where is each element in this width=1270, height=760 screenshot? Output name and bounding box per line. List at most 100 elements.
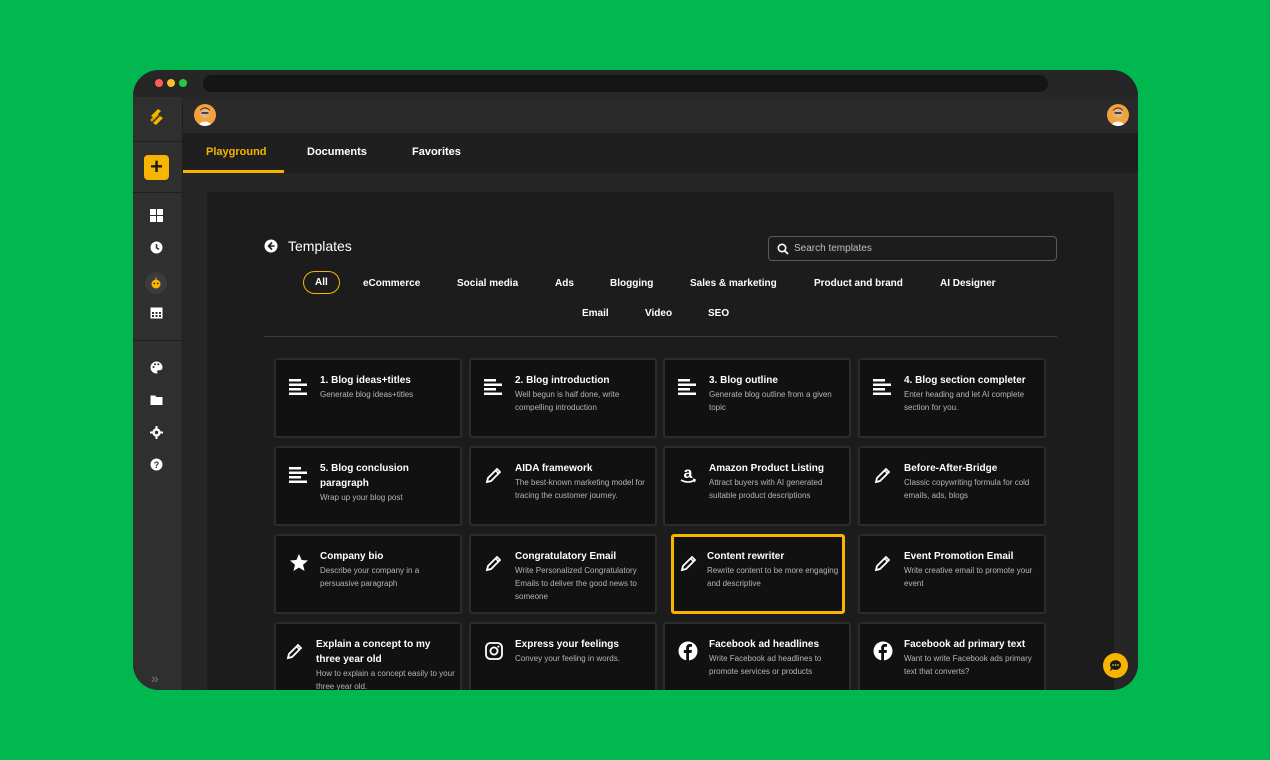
template-card[interactable]: Event Promotion Email Write creative ema… (858, 534, 1046, 614)
lines-icon (678, 377, 698, 397)
card-title: 3. Blog outline (709, 375, 778, 386)
tab-playground[interactable]: Playground (206, 146, 267, 158)
top-bar (183, 97, 1138, 133)
svg-text:a: a (684, 465, 693, 482)
template-card[interactable]: Congratulatory Email Write Personalized … (469, 534, 657, 614)
tab-documents[interactable]: Documents (307, 146, 367, 158)
card-description: Classic copywriting formula for cold ema… (904, 478, 1030, 500)
tab-favorites[interactable]: Favorites (412, 146, 461, 158)
template-card[interactable]: 2. Blog introduction Well begun is half … (469, 358, 657, 438)
help-icon[interactable]: ? (149, 457, 163, 471)
category-ads[interactable]: Ads (555, 278, 574, 289)
pencil-icon (484, 553, 504, 573)
card-description: Well begun is half done, write compellin… (515, 390, 620, 412)
card-title: Facebook ad primary text (904, 639, 1026, 650)
title-bar (133, 70, 1138, 97)
lines-icon (484, 377, 504, 397)
template-card[interactable]: 1. Blog ideas+titles Generate blog ideas… (274, 358, 462, 438)
pencil-icon (679, 553, 699, 573)
sidebar: + ? » (133, 97, 183, 690)
card-description: Enter heading and let AI complete sectio… (904, 390, 1025, 412)
dashboard-icon[interactable] (149, 208, 163, 222)
svg-text:?: ? (153, 460, 159, 470)
tab-bar: Playground Documents Favorites (183, 133, 1138, 173)
category-social-media[interactable]: Social media (457, 278, 518, 289)
card-description: Write Personalized Congratulatory Emails… (515, 566, 637, 601)
pencil-icon (873, 553, 893, 573)
folder-icon[interactable] (149, 393, 163, 407)
template-card[interactable]: a Amazon Product Listing Attract buyers … (663, 446, 851, 526)
template-card[interactable]: 3. Blog outline Generate blog outline fr… (663, 358, 851, 438)
card-title: AIDA framework (515, 463, 593, 474)
template-card-selected[interactable]: Content rewriter Rewrite content to be m… (671, 534, 845, 614)
bot-icon[interactable] (145, 272, 167, 294)
palette-icon[interactable] (149, 360, 163, 374)
card-title: 4. Blog section completer (904, 375, 1026, 386)
card-title: Company bio (320, 551, 384, 562)
card-description: Convey your feeling in words. (515, 654, 620, 663)
card-description: Generate blog outline from a given topic (709, 390, 832, 412)
expand-icon[interactable]: » (151, 670, 159, 686)
category-email[interactable]: Email (582, 308, 609, 319)
search-input[interactable] (794, 237, 1049, 260)
template-card[interactable]: Facebook ad primary text Want to write F… (858, 622, 1046, 690)
instagram-icon (484, 641, 504, 661)
minimize-window-dot[interactable] (167, 79, 175, 87)
category-blogging[interactable]: Blogging (610, 278, 653, 289)
search-icon (777, 243, 789, 255)
template-card[interactable]: AIDA framework The best-known marketing … (469, 446, 657, 526)
lines-icon (873, 377, 893, 397)
user-avatar[interactable] (1107, 104, 1129, 126)
card-title: Facebook ad headlines (709, 639, 820, 650)
template-card[interactable]: 5. Blog conclusion paragraph Wrap up you… (274, 446, 462, 526)
template-card[interactable]: Explain a concept to my three year old H… (274, 622, 462, 690)
template-card[interactable]: 4. Blog section completer Enter heading … (858, 358, 1046, 438)
template-card[interactable]: Company bio Describe your company in a p… (274, 534, 462, 614)
logo-icon[interactable] (147, 107, 167, 127)
url-bar[interactable] (203, 75, 1048, 92)
card-title: 2. Blog introduction (515, 375, 610, 386)
pencil-icon (873, 465, 893, 485)
back-arrow-icon[interactable] (264, 239, 278, 253)
card-title: Amazon Product Listing (709, 463, 824, 474)
card-title: Before-After-Bridge (904, 463, 998, 474)
templates-panel: Templates All eCommerce Social media Ads… (207, 192, 1114, 690)
app-window: + ? » Playground Documents Favorites Tem… (133, 70, 1138, 690)
history-icon[interactable] (149, 240, 163, 254)
pencil-icon (484, 465, 504, 485)
workspace-avatar[interactable] (194, 104, 216, 126)
card-description: The best-known marketing model for traci… (515, 478, 645, 500)
sidebar-divider (133, 192, 183, 193)
pencil-icon (285, 641, 305, 661)
category-sales-marketing[interactable]: Sales & marketing (690, 278, 777, 289)
card-description: Attract buyers with AI generated suitabl… (709, 478, 823, 500)
category-product-brand[interactable]: Product and brand (814, 278, 903, 289)
category-all[interactable]: All (303, 271, 340, 294)
card-title: Explain a concept to my three year old (316, 639, 431, 665)
template-card[interactable]: Facebook ad headlines Write Facebook ad … (663, 622, 851, 690)
gear-icon[interactable] (149, 425, 163, 439)
sidebar-divider (133, 141, 183, 142)
card-description: Want to write Facebook ads primary text … (904, 654, 1032, 676)
main-content: Templates All eCommerce Social media Ads… (183, 173, 1138, 690)
calendar-icon[interactable] (149, 305, 163, 319)
card-title: Express your feelings (515, 639, 619, 650)
card-description: Write creative email to promote your eve… (904, 566, 1033, 588)
chat-icon (1110, 660, 1121, 671)
page-title: Templates (288, 238, 352, 254)
category-ai-designer[interactable]: AI Designer (940, 278, 996, 289)
facebook-icon (873, 641, 893, 661)
maximize-window-dot[interactable] (179, 79, 187, 87)
category-video[interactable]: Video (645, 308, 672, 319)
chat-button[interactable] (1103, 653, 1128, 678)
add-button[interactable]: + (144, 155, 169, 180)
card-description: Describe your company in a persuasive pa… (320, 566, 420, 588)
card-title: Content rewriter (707, 551, 785, 562)
template-card[interactable]: Express your feelings Convey your feelin… (469, 622, 657, 690)
category-seo[interactable]: SEO (708, 308, 729, 319)
category-ecommerce[interactable]: eCommerce (363, 278, 420, 289)
card-description: Wrap up your blog post (320, 493, 403, 502)
close-window-dot[interactable] (155, 79, 163, 87)
amazon-icon: a (678, 465, 698, 485)
template-card[interactable]: Before-After-Bridge Classic copywriting … (858, 446, 1046, 526)
